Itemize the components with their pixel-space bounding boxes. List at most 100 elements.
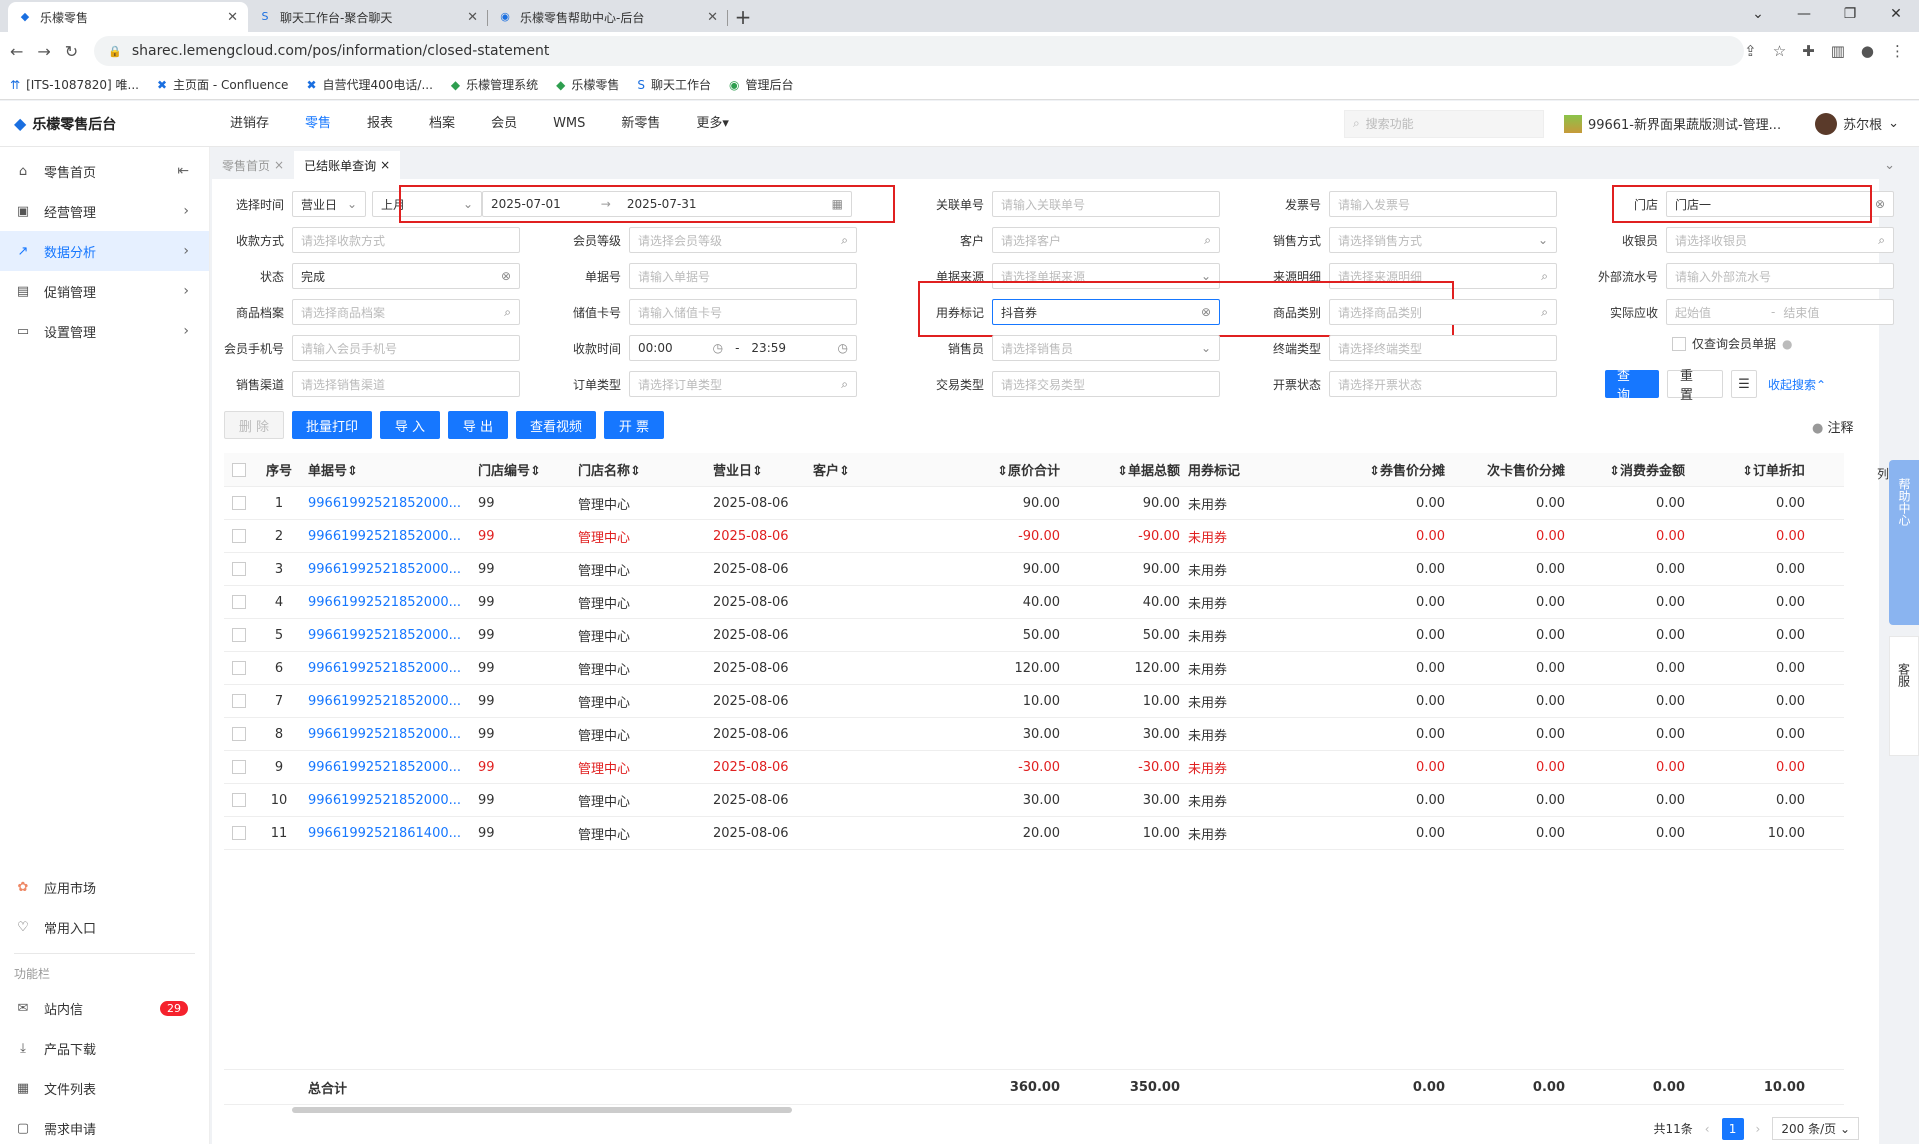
- trade-type-select[interactable]: 请选择交易类型: [992, 371, 1220, 397]
- row-checkbox[interactable]: [232, 826, 246, 840]
- row-checkbox[interactable]: [232, 793, 246, 807]
- close-icon[interactable]: ✕: [467, 10, 478, 25]
- function-search-input[interactable]: ⌕ 搜索功能: [1343, 109, 1544, 138]
- bookmark[interactable]: ◆ 乐檬管理系统: [451, 76, 538, 93]
- nav-item[interactable]: 报表: [349, 101, 411, 147]
- column-header-sortable[interactable]: 门店名称⇕: [574, 460, 709, 479]
- note-toggle[interactable]: ● 注释: [1812, 417, 1854, 436]
- cashier-select[interactable]: 请选择收银员 ⌕: [1666, 227, 1894, 253]
- bookmark[interactable]: ⇈ [ITS-1087820] 唯...: [10, 76, 139, 93]
- nav-item[interactable]: WMS: [535, 101, 603, 147]
- close-icon[interactable]: ✕: [707, 10, 718, 25]
- share-icon[interactable]: ⇪: [1744, 42, 1757, 60]
- close-icon[interactable]: ×: [274, 158, 284, 172]
- bookmark[interactable]: ✖ 主页面 - Confluence: [157, 76, 288, 93]
- document-link[interactable]: 99661992521852000...: [304, 727, 474, 742]
- sales-channel-select[interactable]: 请选择销售渠道: [292, 371, 520, 397]
- table-row[interactable]: 8 99661992521852000... 99 管理中心 2025-08-06 30.…: [224, 718, 1844, 751]
- app-logo[interactable]: ◆ 乐檬零售后台: [0, 114, 200, 134]
- sidebar-item-home[interactable]: ⌂ 零售首页 ⇤: [0, 151, 209, 191]
- table-row[interactable]: 9 99661992521852000... 99 管理中心 2025-08-06 -30…: [224, 751, 1844, 784]
- table-row[interactable]: 4 99661992521852000... 99 管理中心 2025-08-06 40.…: [224, 586, 1844, 619]
- sidebar-item-request[interactable]: ▢ 需求申请: [0, 1108, 209, 1144]
- member-level-select[interactable]: 请选择会员等级 ⌕: [629, 227, 857, 253]
- bookmark[interactable]: S 聊天工作台: [637, 76, 711, 93]
- sale-method-select[interactable]: 请选择销售方式 ⌄: [1329, 227, 1557, 253]
- select-all-checkbox[interactable]: [232, 462, 246, 477]
- column-header-sortable[interactable]: 营业日⇕: [709, 460, 809, 479]
- info-icon[interactable]: ●: [1782, 337, 1792, 351]
- table-row[interactable]: 3 99661992521852000... 99 管理中心 2025-08-06 90.…: [224, 553, 1844, 586]
- document-link[interactable]: 99661992521852000...: [304, 529, 474, 544]
- close-icon[interactable]: ✕: [227, 10, 238, 25]
- browser-tab-3[interactable]: ◉ 乐檬零售帮助中心-后台 ✕: [488, 2, 728, 32]
- reload-icon[interactable]: ↻: [61, 42, 82, 61]
- row-checkbox[interactable]: [232, 694, 246, 708]
- bookmark[interactable]: ◆ 乐檬零售: [556, 76, 619, 93]
- table-row[interactable]: 11 99661992521861400... 99 管理中心 2025-08-06 20…: [224, 817, 1844, 850]
- user-menu[interactable]: 苏尔根 ⌄: [1815, 112, 1899, 135]
- related-no-input[interactable]: 请输入关联单号: [992, 191, 1220, 217]
- nav-item[interactable]: 新零售: [603, 101, 678, 147]
- external-serial-input[interactable]: 请输入外部流水号: [1666, 263, 1894, 289]
- column-header-sortable[interactable]: 客户⇕: [809, 460, 949, 479]
- receivable-range-input[interactable]: 起始值 - 结束值: [1666, 299, 1894, 325]
- menu-icon[interactable]: ⋮: [1890, 42, 1905, 60]
- seller-select[interactable]: 请选择销售员 ⌄: [992, 335, 1220, 361]
- page-number[interactable]: 1: [1721, 1117, 1744, 1140]
- row-checkbox[interactable]: [232, 760, 246, 774]
- import-button[interactable]: 导 入: [380, 411, 440, 439]
- tab-list-icon[interactable]: ⌄: [1735, 0, 1781, 32]
- help-center-tab[interactable]: 帮助中心: [1889, 460, 1919, 625]
- document-link[interactable]: 99661992521852000...: [304, 595, 474, 610]
- sidebar-item-files[interactable]: ▦ 文件列表: [0, 1068, 209, 1108]
- stored-card-input[interactable]: 请输入储值卡号: [629, 299, 857, 325]
- column-header-sortable[interactable]: 门店编号⇕: [474, 460, 574, 479]
- customer-service-tab[interactable]: 客服: [1889, 636, 1919, 756]
- page-tab-closed-statement[interactable]: 已结账单查询 ×: [294, 151, 401, 179]
- export-button[interactable]: 导 出: [448, 411, 508, 439]
- sidebar-item-settings[interactable]: ▭ 设置管理 ›: [0, 311, 209, 351]
- url-input[interactable]: 🔒 sharec.lemengcloud.com/pos/information/…: [94, 36, 1745, 66]
- nav-item-more[interactable]: 更多▾: [678, 101, 747, 147]
- date-type-select[interactable]: 营业日 ⌄: [292, 191, 366, 217]
- bookmark[interactable]: ◉ 管理后台: [729, 76, 794, 93]
- invoice-button[interactable]: 开 票: [604, 411, 664, 439]
- member-phone-input[interactable]: 请输入会员手机号: [292, 335, 520, 361]
- table-row[interactable]: 7 99661992521852000... 99 管理中心 2025-08-06 10.…: [224, 685, 1844, 718]
- sidebar-item-download[interactable]: ⤓ 产品下载: [0, 1028, 209, 1068]
- column-header-sortable[interactable]: 单据号⇕: [304, 460, 474, 479]
- clear-icon[interactable]: ⊗: [501, 269, 511, 283]
- column-toggle[interactable]: 列: [1877, 465, 1889, 482]
- table-row[interactable]: 5 99661992521852000... 99 管理中心 2025-08-06 50.…: [224, 619, 1844, 652]
- browser-tab-2[interactable]: S 聊天工作台-聚合聊天 ✕: [248, 2, 488, 32]
- collapse-search-link[interactable]: 收起搜索⌃: [1768, 376, 1826, 393]
- table-row[interactable]: 6 99661992521852000... 99 管理中心 2025-08-06 120…: [224, 652, 1844, 685]
- sidebar-item-messages[interactable]: ✉ 站内信 29: [0, 988, 209, 1028]
- minimize-icon[interactable]: —: [1781, 0, 1827, 32]
- sidebar-item-promotion[interactable]: ▤ 促销管理 ›: [0, 271, 209, 311]
- chevron-down-icon[interactable]: ⌄: [1884, 158, 1895, 173]
- row-checkbox[interactable]: [232, 628, 246, 642]
- reset-button[interactable]: 重 置: [1667, 369, 1723, 403]
- document-link[interactable]: 99661992521852000...: [304, 793, 474, 808]
- browser-tab-1[interactable]: ◆ 乐檬零售 ✕: [8, 2, 248, 32]
- invoice-status-select[interactable]: 请选择开票状态: [1329, 371, 1557, 397]
- prev-page-icon[interactable]: ‹: [1705, 1122, 1710, 1136]
- column-header-sortable[interactable]: ⇕原价合计: [949, 460, 1064, 479]
- row-checkbox[interactable]: [232, 562, 246, 576]
- query-button[interactable]: 查 询: [1605, 369, 1659, 403]
- store-selector[interactable]: 99661-新界面果蔬版测试-管理...: [1563, 114, 1781, 133]
- page-tab-home[interactable]: 零售首页 ×: [212, 151, 294, 179]
- document-link[interactable]: 99661992521852000...: [304, 661, 474, 676]
- sidebar-item-favorites[interactable]: ♡ 常用入口: [0, 907, 209, 947]
- document-link[interactable]: 99661992521852000...: [304, 694, 474, 709]
- back-icon[interactable]: ←: [6, 42, 27, 61]
- nav-item[interactable]: 档案: [411, 101, 473, 147]
- nav-item[interactable]: 进销存: [212, 101, 287, 147]
- batch-print-button[interactable]: 批量打印: [292, 411, 372, 439]
- sidebar-item-analytics[interactable]: ↗ 数据分析 ›: [0, 231, 209, 271]
- star-icon[interactable]: ☆: [1773, 42, 1786, 60]
- table-row[interactable]: 10 99661992521852000... 99 管理中心 2025-08-06 30…: [224, 784, 1844, 817]
- document-no-input[interactable]: 请输入单据号: [629, 263, 857, 289]
